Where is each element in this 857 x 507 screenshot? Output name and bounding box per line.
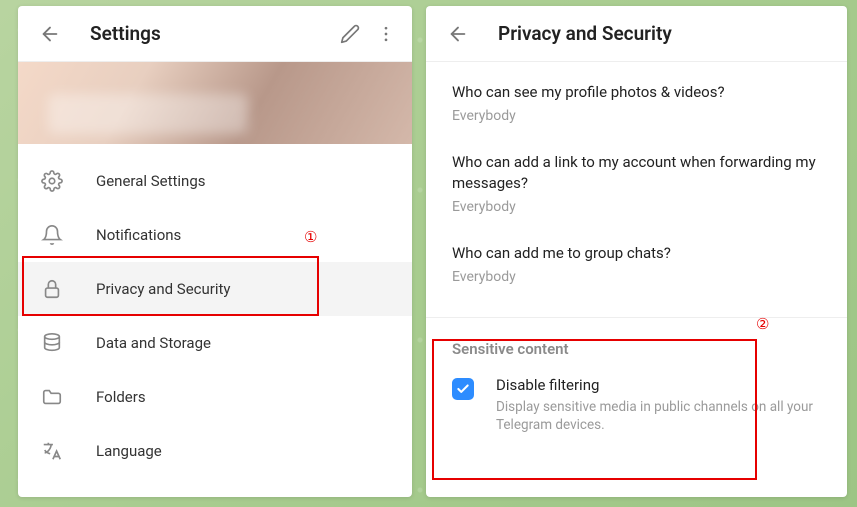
back-button[interactable] xyxy=(32,16,68,52)
settings-header: Settings xyxy=(18,6,412,62)
profile-banner[interactable] xyxy=(18,62,412,144)
privacy-question: Who can add me to group chats? xyxy=(452,243,821,263)
checkbox-text: Disable filtering Display sensitive medi… xyxy=(496,376,821,434)
privacy-panel: Privacy and Security Who can see my prof… xyxy=(426,6,847,497)
privacy-title: Privacy and Security xyxy=(498,22,839,45)
more-button[interactable] xyxy=(368,16,404,52)
check-icon xyxy=(456,382,470,396)
privacy-value: Everybody xyxy=(452,108,821,124)
language-icon xyxy=(41,440,63,462)
menu-item-notifications[interactable]: Notifications xyxy=(18,208,412,262)
menu-label: Privacy and Security xyxy=(96,280,231,298)
arrow-left-icon xyxy=(447,23,469,45)
menu-item-privacy[interactable]: Privacy and Security xyxy=(18,262,412,316)
edit-button[interactable] xyxy=(332,16,368,52)
back-button[interactable] xyxy=(440,16,476,52)
disable-filtering-row[interactable]: Disable filtering Display sensitive medi… xyxy=(426,368,847,452)
menu-label: Language xyxy=(96,442,162,460)
privacy-header: Privacy and Security xyxy=(426,6,847,62)
settings-menu: General Settings Notifications Privacy a… xyxy=(18,144,412,478)
settings-title: Settings xyxy=(90,22,332,45)
menu-label: Data and Storage xyxy=(96,334,211,352)
menu-item-data[interactable]: Data and Storage xyxy=(18,316,412,370)
privacy-item-photos[interactable]: Who can see my profile photos & videos? … xyxy=(452,82,821,124)
privacy-question: Who can add a link to my account when fo… xyxy=(452,152,821,193)
arrow-left-icon xyxy=(39,23,61,45)
privacy-item-groups[interactable]: Who can add me to group chats? Everybody xyxy=(452,243,821,285)
checkbox-checked[interactable] xyxy=(452,378,474,400)
menu-item-general[interactable]: General Settings xyxy=(18,154,412,208)
privacy-question: Who can see my profile photos & videos? xyxy=(452,82,821,102)
database-icon xyxy=(41,332,63,354)
menu-label: Notifications xyxy=(96,226,181,244)
privacy-value: Everybody xyxy=(452,269,821,285)
menu-item-language[interactable]: Language xyxy=(18,424,412,478)
checkbox-desc: Display sensitive media in public channe… xyxy=(496,398,821,434)
section-sensitive: Sensitive content xyxy=(426,318,847,368)
menu-label: Folders xyxy=(96,388,146,406)
gear-icon xyxy=(41,170,63,192)
settings-panel: Settings General Settings Notifications … xyxy=(18,6,412,497)
lock-icon xyxy=(41,278,63,300)
folder-icon xyxy=(41,386,63,408)
bell-icon xyxy=(41,224,63,246)
privacy-list: Who can see my profile photos & videos? … xyxy=(426,62,847,313)
privacy-item-forward[interactable]: Who can add a link to my account when fo… xyxy=(452,152,821,215)
dots-vertical-icon xyxy=(376,24,396,44)
pencil-icon xyxy=(340,24,360,44)
menu-item-folders[interactable]: Folders xyxy=(18,370,412,424)
checkbox-title: Disable filtering xyxy=(496,376,821,394)
privacy-value: Everybody xyxy=(452,199,821,215)
menu-label: General Settings xyxy=(96,172,206,190)
